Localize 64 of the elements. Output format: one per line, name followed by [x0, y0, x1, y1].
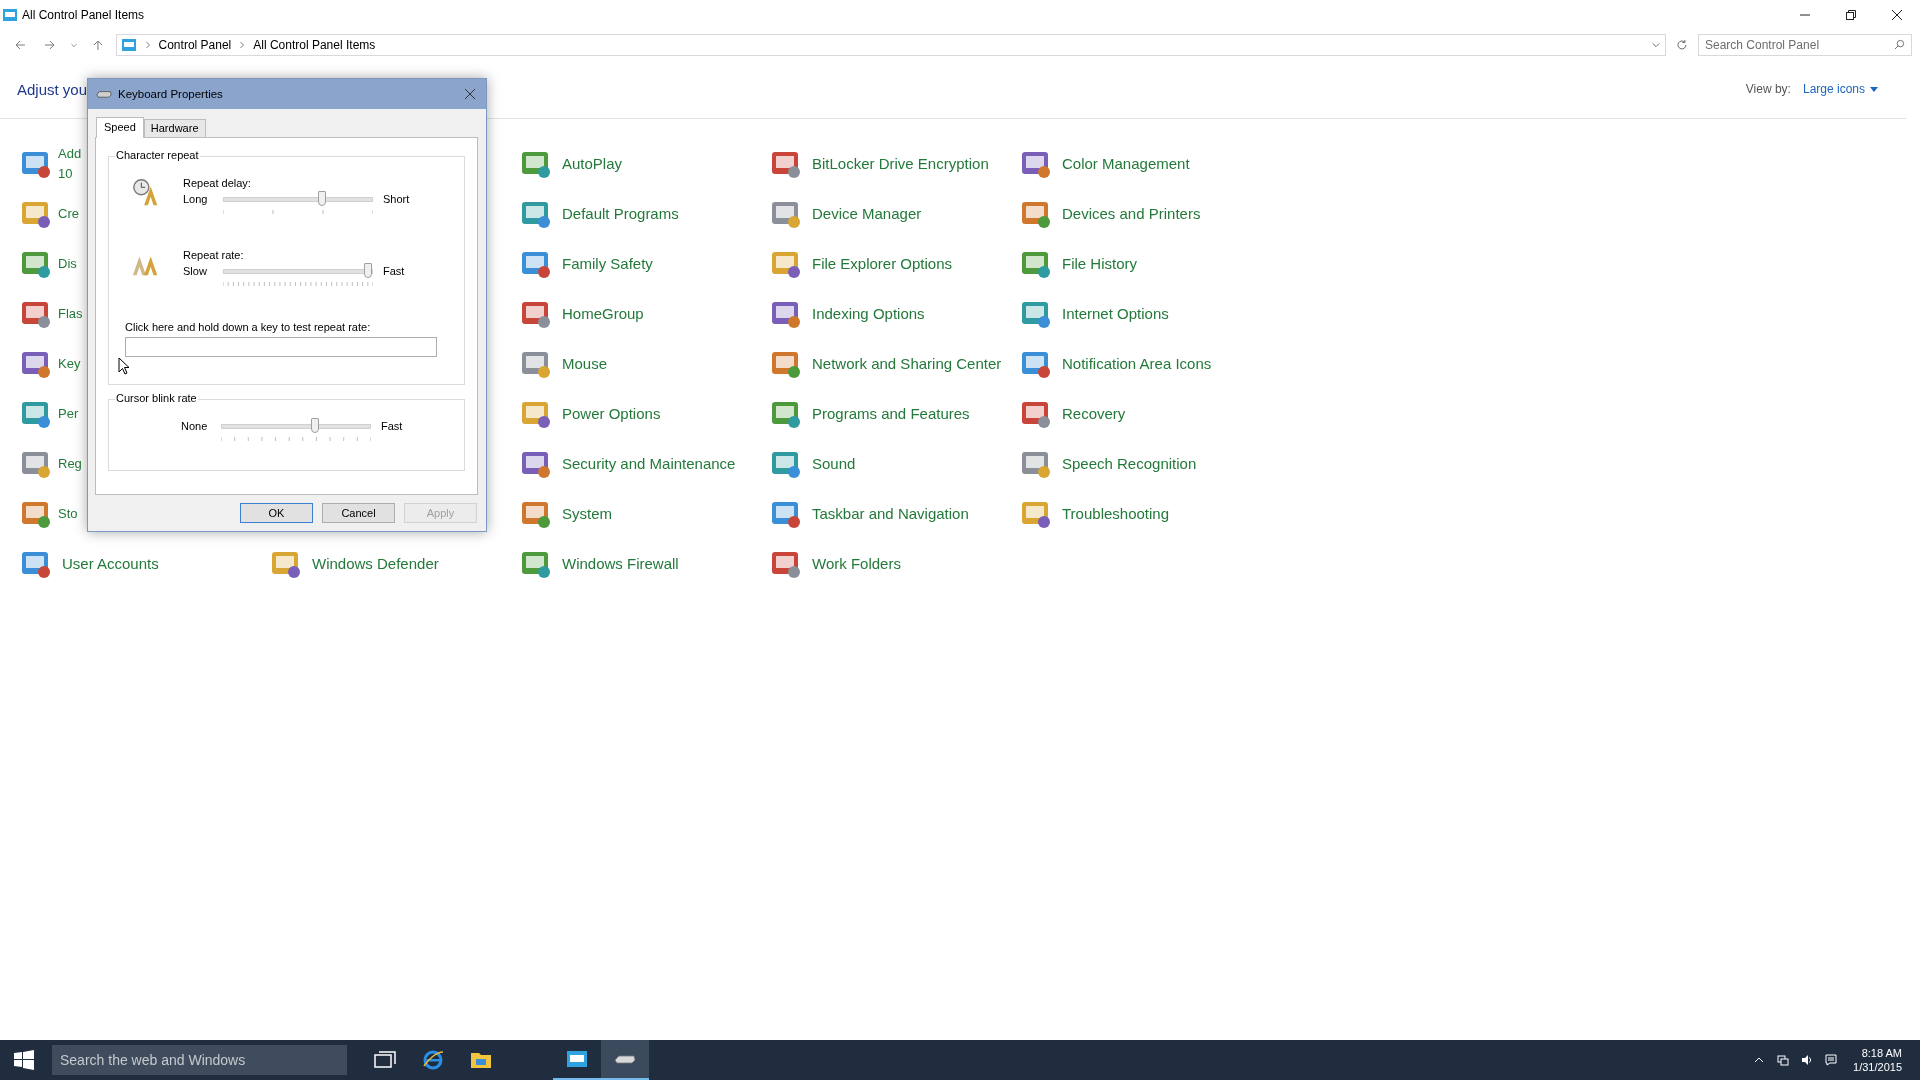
breadcrumb[interactable]: Control Panel [158, 38, 232, 52]
applet-link[interactable]: Programs and Features [812, 404, 1002, 424]
tab[interactable]: Hardware [143, 119, 206, 137]
applet-link[interactable]: Indexing Options [812, 304, 1002, 324]
dialog-button[interactable]: Cancel [322, 503, 395, 523]
applet-link[interactable]: Security and Maintenance [562, 454, 752, 474]
applet-link[interactable]: Windows Defender [312, 554, 439, 574]
applet-link[interactable]: Flas [58, 304, 84, 324]
group-title: Cursor blink rate [115, 392, 198, 404]
taskbar-search-field[interactable]: Search the web and Windows [52, 1045, 347, 1075]
applet-link[interactable]: File Explorer Options [812, 254, 1002, 274]
slider-min-label: Long [183, 193, 209, 205]
dialog-button[interactable]: OK [240, 503, 313, 523]
breadcrumb[interactable]: All Control Panel Items [253, 38, 376, 52]
clock-date: 1/31/2015 [1853, 1060, 1902, 1074]
applet-link[interactable]: Key [58, 354, 84, 374]
slider-max-label: Short [383, 193, 410, 205]
slider-label: Repeat delay: [183, 177, 252, 189]
applet-link[interactable]: Network and Sharing Center [812, 354, 1002, 374]
applet-link[interactable]: User Accounts [62, 554, 159, 574]
applet-link[interactable]: Cre [58, 204, 84, 224]
applet-link[interactable]: Work Folders [812, 554, 1002, 574]
applet-link[interactable]: Add 10 [58, 144, 84, 184]
applet-link[interactable]: Dis [58, 254, 84, 274]
slider-min-label: None [181, 420, 209, 432]
view-by-dropdown[interactable]: Large icons [1802, 82, 1878, 96]
applet-link[interactable]: Taskbar and Navigation [812, 504, 1002, 524]
applet-link[interactable]: Device Manager [812, 204, 1002, 224]
dialog-title: Keyboard Properties [118, 88, 223, 100]
applet-link[interactable]: Sto [58, 504, 84, 524]
applet-link[interactable]: AutoPlay [562, 154, 752, 174]
applet-link[interactable]: Default Programs [562, 204, 752, 224]
clock[interactable]: 8:18 AM 1/31/2015 [1853, 1046, 1902, 1074]
group-title: Character repeat [115, 149, 200, 161]
test-prompt: Click here and hold down a key to test repeat rate: [125, 321, 372, 333]
applet-link[interactable]: Troubleshooting [1062, 504, 1252, 524]
slider-min-label: Slow [183, 265, 208, 277]
applet-link[interactable]: Color Management [1062, 154, 1252, 174]
applet-link[interactable]: HomeGroup [562, 304, 752, 324]
clock-time: 8:18 AM [1861, 1046, 1902, 1060]
window-title: All Control Panel Items [22, 8, 145, 22]
applet-link[interactable]: Recovery [1062, 404, 1252, 424]
applet-link[interactable]: Sound [812, 454, 1002, 474]
tab[interactable]: Speed [96, 117, 144, 138]
applet-link[interactable]: Reg [58, 454, 84, 474]
view-by-label: View by: [1745, 82, 1791, 96]
applet-link[interactable]: Notification Area Icons [1062, 354, 1252, 374]
applet-link[interactable]: Mouse [562, 354, 752, 374]
search-field[interactable]: Search Control Panel [1698, 34, 1912, 56]
applet-link[interactable]: Per [58, 404, 84, 424]
slider-max-label: Fast [381, 420, 403, 432]
applet-link[interactable]: BitLocker Drive Encryption [812, 154, 1002, 174]
page-heading: Adjust you [17, 80, 88, 98]
applet-link[interactable]: Power Options [562, 404, 752, 424]
applet-link[interactable]: Devices and Printers [1062, 204, 1252, 224]
applet-link[interactable]: Internet Options [1062, 304, 1252, 324]
applet-link[interactable]: Family Safety [562, 254, 752, 274]
slider-max-label: Fast [383, 265, 405, 277]
applet-link[interactable]: Windows Firewall [562, 554, 752, 574]
applet-link[interactable]: System [562, 504, 752, 524]
address-field[interactable]: Control Panel All Control Panel Items [115, 34, 1667, 56]
applet-link[interactable]: Speech Recognition [1062, 454, 1252, 474]
slider-label: Repeat rate: [183, 249, 245, 261]
applet-link[interactable]: File History [1062, 254, 1252, 274]
